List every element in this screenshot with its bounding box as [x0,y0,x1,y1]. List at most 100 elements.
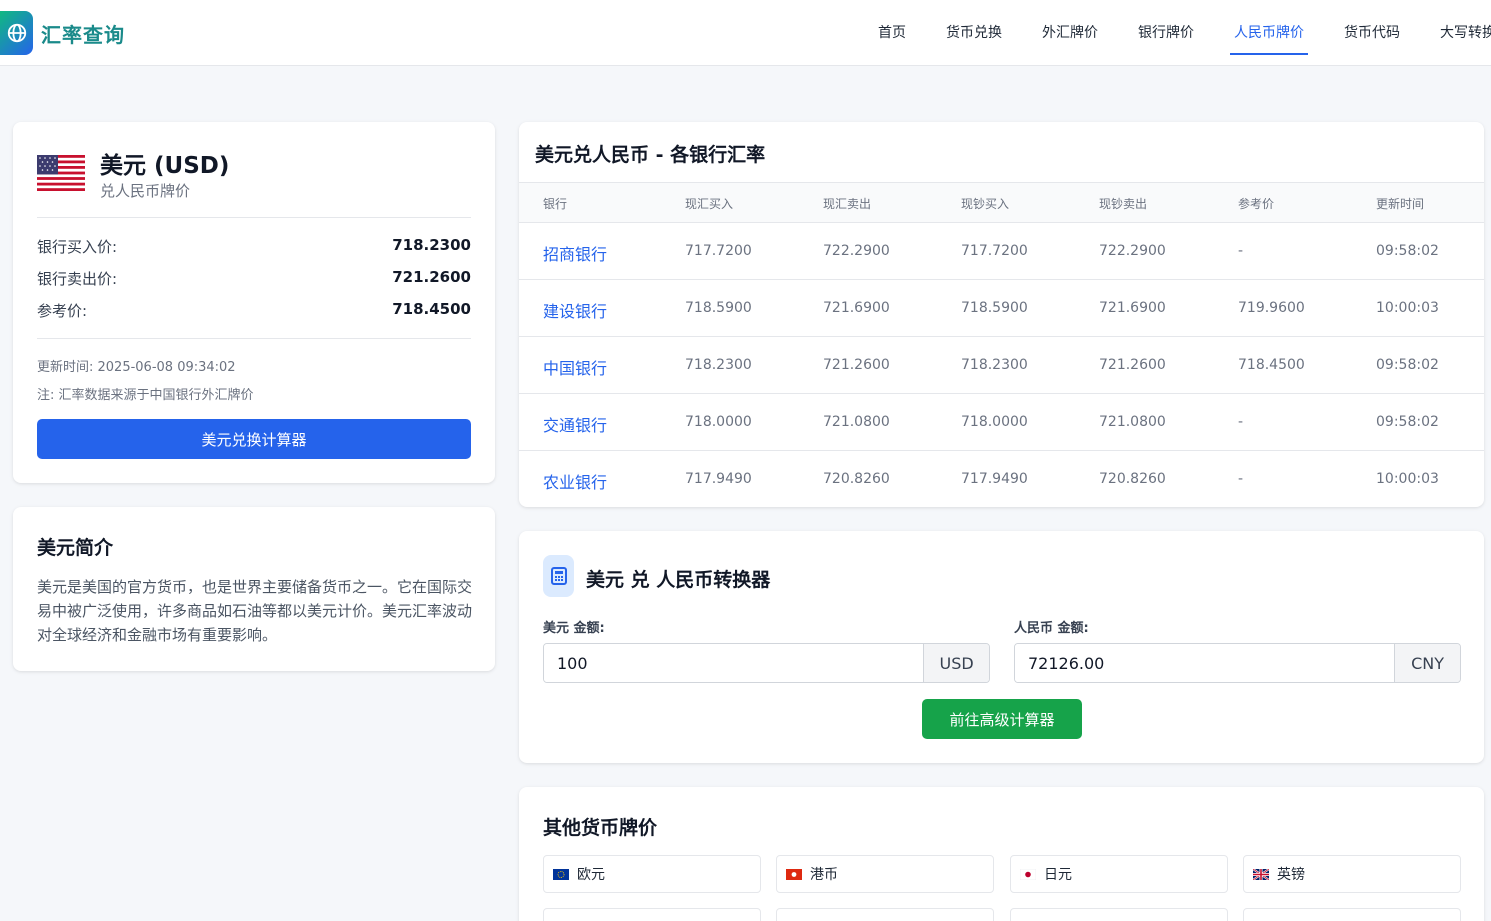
converter-title: 美元 兑 人民币转换器 [586,569,771,591]
other-currencies-title: 其他货币牌价 [543,817,658,839]
nav-bank-rates[interactable]: 银行牌价 [1138,22,1194,55]
usd-code-addon: USD [923,644,989,682]
nav-home[interactable]: 首页 [878,22,906,55]
table-cell: 718.4500 [1238,357,1305,373]
calculator-icon [543,555,574,597]
table-cell: 718.2300 [961,357,1028,373]
table-cell: 09:58:02 [1376,357,1439,373]
table-row: 招商银行 717.7200 722.2900 717.7200 722.2900… [519,223,1484,280]
table-cell: 721.0800 [823,414,890,430]
rate-label: 银行买入价: [37,238,118,256]
bank-link[interactable]: 中国银行 [543,355,607,379]
brand-name: 汇率查询 [41,22,125,47]
cny-input-group: CNY [1014,643,1461,683]
rate-value: 721.2600 [392,268,471,286]
table-row: 交通银行 718.0000 721.0800 718.0000 721.0800… [519,394,1484,451]
table-cell: 718.0000 [961,414,1028,430]
currency-subtitle: 兑人民币牌价 [100,182,191,200]
rate-value: 718.2300 [392,236,471,254]
column-header: 现钞卖出 [1099,197,1148,211]
currency-tile-label: 欧元 [577,867,605,883]
hk-flag-icon [786,868,802,880]
currency-tile-gbp[interactable]: 英镑 [1243,855,1461,893]
table-cell: 717.9490 [961,471,1028,487]
table-cell: 717.7200 [961,243,1028,259]
currency-intro-card: 美元简介 美元是美国的官方货币，也是世界主要储备货币之一。它在国际交易中被广泛使… [13,507,495,671]
table-cell: 10:00:03 [1376,300,1439,316]
advanced-calculator-button[interactable]: 前往高级计算器 [922,699,1082,739]
table-cell: 718.0000 [685,414,752,430]
column-header: 更新时间 [1376,197,1425,211]
bank-table-title: 美元兑人民币 - 各银行汇率 [535,144,766,166]
usd-input-group: USD [543,643,990,683]
table-cell: 721.6900 [823,300,890,316]
table-cell: 722.2900 [1099,243,1166,259]
update-time: 更新时间: 2025-06-08 09:34:02 [37,360,236,375]
table-cell: - [1238,471,1244,487]
bank-link[interactable]: 招商银行 [543,241,607,265]
table-cell: 717.9490 [685,471,752,487]
gb-flag-icon [1253,868,1269,880]
rate-row-sell: 银行卖出价: 721.2600 [37,268,471,289]
cny-code-addon: CNY [1394,644,1460,682]
column-header: 现钞买入 [961,197,1010,211]
table-cell: 718.5900 [685,300,752,316]
table-cell: 720.8260 [1099,471,1166,487]
currency-tile-jpy[interactable]: 日元 [1010,855,1228,893]
data-source-note: 注: 汇率数据来源于中国银行外汇牌价 [37,388,254,403]
currency-tile-label: 港币 [810,867,838,883]
rate-row-buy: 银行买入价: 718.2300 [37,236,471,257]
usd-amount-input[interactable] [544,644,924,682]
table-cell: 721.6900 [1099,300,1166,316]
table-cell: 09:58:02 [1376,243,1439,259]
top-header: 汇率查询 首页 货币兑换 外汇牌价 银行牌价 人民币牌价 货币代码 大写转换 [0,0,1491,66]
bank-link[interactable]: 农业银行 [543,469,607,493]
nav-uppercase-convert[interactable]: 大写转换 [1440,22,1491,55]
bank-link[interactable]: 建设银行 [543,298,607,322]
currency-tile-hkd[interactable]: 港币 [776,855,994,893]
table-cell: - [1238,414,1244,430]
currency-tile[interactable] [1010,908,1228,921]
table-row: 中国银行 718.2300 721.2600 718.2300 721.2600… [519,337,1484,394]
us-flag-icon [37,155,85,191]
usd-amount-label: 美元 金额: [543,621,605,636]
divider [37,217,471,218]
table-header: 银行 现汇买入 现汇卖出 现钞买入 现钞卖出 参考价 更新时间 [519,182,1484,223]
currency-tile-eur[interactable]: 欧元 [543,855,761,893]
table-row: 农业银行 717.9490 720.8260 717.9490 720.8260… [519,451,1484,508]
nav-rmb-rates[interactable]: 人民币牌价 [1230,22,1308,55]
table-cell: 721.0800 [1099,414,1166,430]
bank-link[interactable]: 交通银行 [543,412,607,436]
currency-tile[interactable] [776,908,994,921]
table-cell: 718.5900 [961,300,1028,316]
bank-rates-card: 美元兑人民币 - 各银行汇率 银行 现汇买入 现汇卖出 现钞买入 现钞卖出 参考… [519,122,1484,507]
column-header: 现汇卖出 [823,197,872,211]
currency-tile-label: 英镑 [1277,867,1305,883]
usd-calculator-button[interactable]: 美元兑换计算器 [37,419,471,459]
nav-exchange[interactable]: 货币兑换 [946,22,1002,55]
globe-icon [0,11,33,55]
currency-title: 美元 (USD) [100,153,230,179]
rate-label: 银行卖出价: [37,270,118,288]
currency-tile[interactable] [543,908,761,921]
rate-label: 参考价: [37,302,88,320]
currency-tile[interactable] [1243,908,1461,921]
rate-row-reference: 参考价: 718.4500 [37,300,471,321]
column-header: 参考价 [1238,197,1275,211]
brand-logo[interactable]: 汇率查询 [0,11,125,55]
intro-text: 美元是美国的官方货币，也是世界主要储备货币之一。它在国际交易中被广泛使用，许多商… [37,578,473,644]
currency-summary-card: 美元 (USD) 兑人民币牌价 银行买入价: 718.2300 银行卖出价: 7… [13,122,495,483]
table-row: 建设银行 718.5900 721.6900 718.5900 721.6900… [519,280,1484,337]
cny-amount-input[interactable] [1015,644,1395,682]
column-header: 银行 [543,197,568,211]
table-cell: 719.9600 [1238,300,1305,316]
nav-forex[interactable]: 外汇牌价 [1042,22,1098,55]
table-cell: 721.2600 [823,357,890,373]
table-cell: 721.2600 [1099,357,1166,373]
nav-currency-codes[interactable]: 货币代码 [1344,22,1400,55]
jp-flag-icon [1020,868,1036,880]
table-cell: 718.2300 [685,357,752,373]
intro-title: 美元简介 [37,537,114,559]
table-cell: - [1238,243,1244,259]
converter-card: 美元 兑 人民币转换器 美元 金额: USD 人民币 金额: CNY 前往高级计… [519,531,1484,763]
